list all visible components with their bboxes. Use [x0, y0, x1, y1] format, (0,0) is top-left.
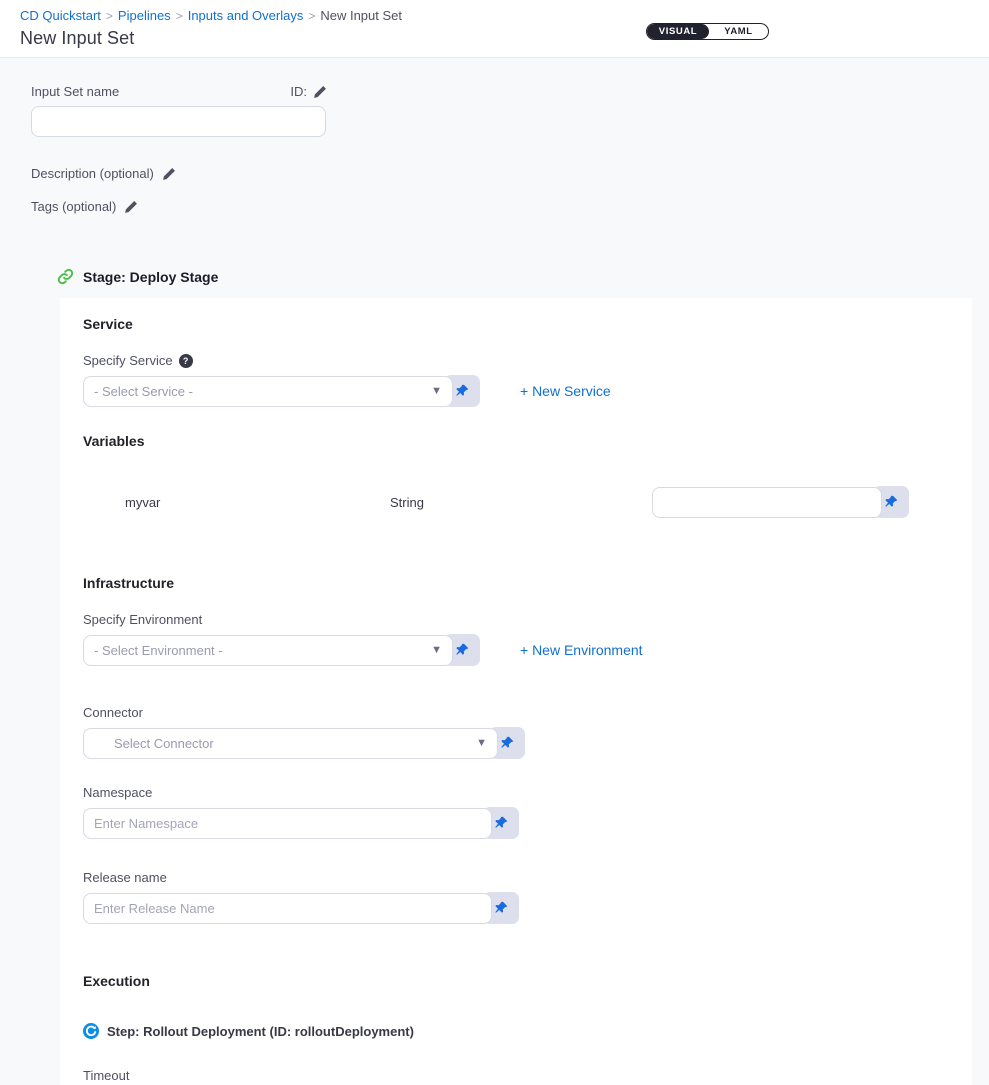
- input-set-name-label: Input Set name: [31, 84, 119, 99]
- service-select-placeholder: - Select Service -: [94, 384, 193, 399]
- step-header: Step: Rollout Deployment (ID: rolloutDep…: [83, 1023, 949, 1039]
- specify-service-label: Specify Service: [83, 353, 173, 368]
- namespace-label: Namespace: [83, 785, 152, 800]
- breadcrumb: CD Quickstart > Pipelines > Inputs and Overl…: [20, 7, 969, 25]
- description-label: Description (optional): [31, 166, 154, 181]
- input-set-name-field[interactable]: [31, 106, 326, 137]
- stage-header: Stage: Deploy Stage: [57, 268, 989, 285]
- page-title: New Input Set: [20, 28, 969, 49]
- connector-label: Connector: [83, 705, 143, 720]
- infrastructure-heading: Infrastructure: [83, 575, 949, 591]
- edit-description-icon[interactable]: [162, 167, 176, 181]
- variable-value-field[interactable]: [652, 487, 882, 518]
- edit-tags-icon[interactable]: [124, 200, 138, 214]
- chevron-down-icon: ▼: [431, 385, 442, 397]
- page-header: CD Quickstart > Pipelines > Inputs and Overl…: [0, 0, 989, 58]
- visual-yaml-toggle[interactable]: VISUAL YAML: [646, 23, 769, 40]
- variables-heading: Variables: [83, 433, 949, 449]
- release-name-label: Release name: [83, 870, 167, 885]
- step-title: Step: Rollout Deployment (ID: rolloutDep…: [107, 1024, 414, 1039]
- connector-select-placeholder: Select Connector: [94, 736, 214, 751]
- service-heading: Service: [83, 316, 949, 332]
- environment-select[interactable]: - Select Environment - ▼: [83, 635, 453, 666]
- id-label: ID:: [290, 84, 307, 99]
- tags-label: Tags (optional): [31, 199, 116, 214]
- breadcrumb-cd-quickstart[interactable]: CD Quickstart: [20, 8, 101, 23]
- namespace-field[interactable]: [83, 808, 492, 839]
- variable-name: myvar: [125, 495, 390, 510]
- chevron-down-icon: ▼: [431, 644, 442, 656]
- main-content: Input Set name ID: Description (optional…: [0, 58, 989, 1085]
- breadcrumb-separator: >: [106, 9, 113, 23]
- execution-heading: Execution: [83, 973, 949, 989]
- new-environment-link[interactable]: + New Environment: [520, 642, 643, 658]
- toggle-yaml[interactable]: YAML: [709, 24, 768, 39]
- toggle-visual[interactable]: VISUAL: [647, 24, 709, 39]
- variable-row: myvar String: [83, 486, 949, 518]
- stage-inputs-card: Service Specify Service ? - Select Servi…: [60, 298, 972, 1085]
- breadcrumb-pipelines[interactable]: Pipelines: [118, 8, 171, 23]
- breadcrumb-separator: >: [308, 9, 315, 23]
- rollout-step-icon: [83, 1023, 99, 1039]
- breadcrumb-current: New Input Set: [320, 8, 402, 23]
- help-icon[interactable]: ?: [179, 354, 193, 368]
- connector-select[interactable]: Select Connector ▼: [83, 728, 498, 759]
- input-set-form: Input Set name ID: Description (optional…: [0, 84, 989, 214]
- breadcrumb-separator: >: [176, 9, 183, 23]
- breadcrumb-inputs-overlays[interactable]: Inputs and Overlays: [188, 8, 304, 23]
- chevron-down-icon: ▼: [476, 737, 487, 749]
- release-name-field[interactable]: [83, 893, 492, 924]
- stage-link-icon: [57, 268, 74, 285]
- edit-id-icon[interactable]: [313, 85, 327, 99]
- new-service-link[interactable]: + New Service: [520, 383, 611, 399]
- service-select[interactable]: - Select Service - ▼: [83, 376, 453, 407]
- specify-environment-label: Specify Environment: [83, 612, 202, 627]
- variable-type: String: [390, 495, 424, 510]
- environment-select-placeholder: - Select Environment -: [94, 643, 223, 658]
- timeout-label: Timeout: [83, 1068, 129, 1083]
- stage-title: Stage: Deploy Stage: [83, 269, 218, 285]
